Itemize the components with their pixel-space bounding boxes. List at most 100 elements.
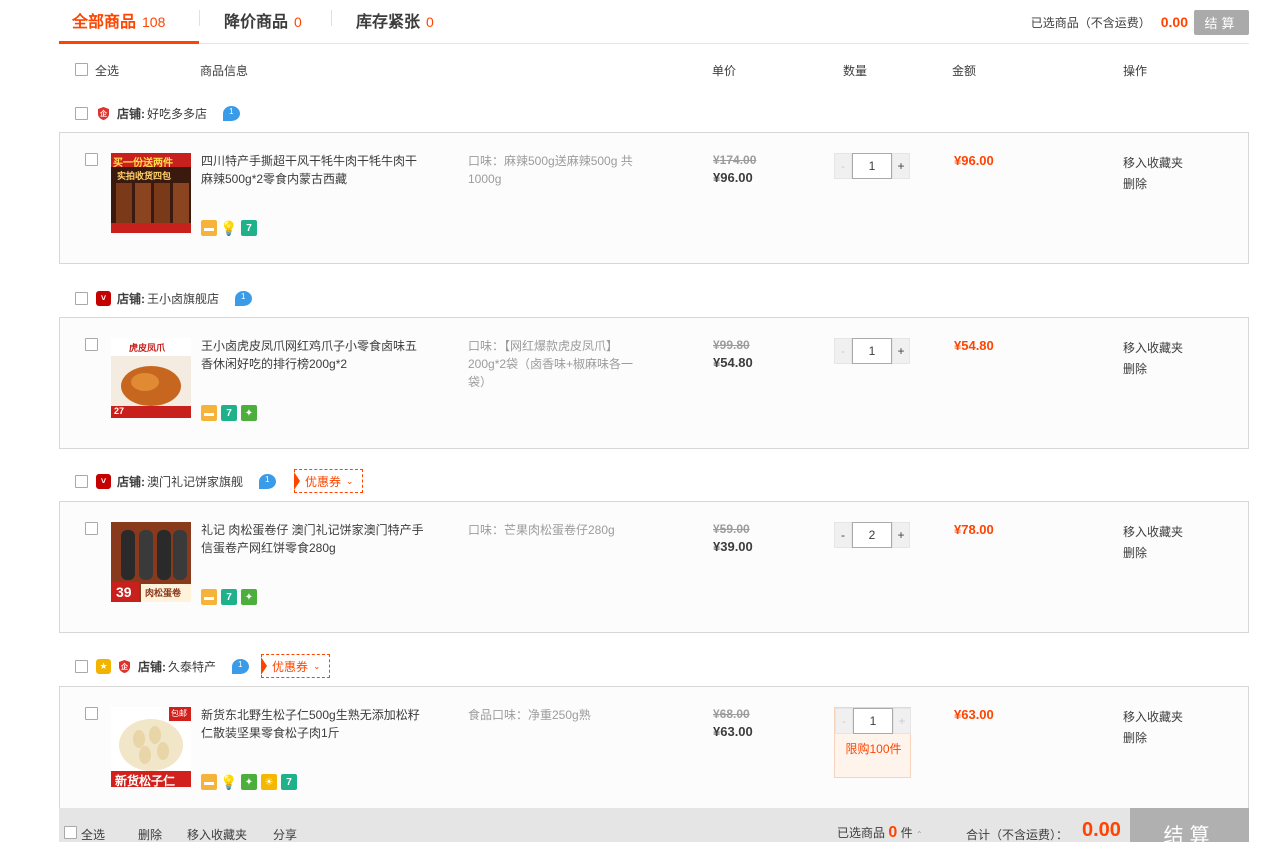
product-title-link[interactable]: 礼记 肉松蛋卷仔 澳门礼记饼家澳门特产手信蛋卷产网红饼零食280g <box>201 521 426 557</box>
total-amount: 0.00 <box>1082 819 1121 841</box>
lightbulb-icon: 💡 <box>220 219 238 236</box>
item-ops: 移入收藏夹 删除 <box>1123 707 1183 749</box>
quantity-stepper: - 2 + <box>834 522 910 548</box>
shop-name-link[interactable]: 久泰特产 <box>168 658 216 675</box>
product-thumbnail[interactable]: 新货松子仁 包邮 <box>111 707 191 787</box>
selected-unit: 件 <box>900 826 913 840</box>
item-checkbox[interactable] <box>85 153 98 166</box>
coupon-label: 优惠券 <box>305 474 342 489</box>
quantity-input[interactable]: 1 <box>853 708 893 734</box>
shop-label: 店铺: <box>117 474 145 489</box>
shield-badge-icon: 企 <box>96 105 111 121</box>
product-spec: 食品口味：净重250g熟 <box>468 708 591 722</box>
item-checkbox[interactable] <box>85 707 98 720</box>
decrement-button[interactable]: - <box>834 522 852 548</box>
coupon-button[interactable]: 优惠券 ⌄ <box>261 654 330 678</box>
chevron-up-icon[interactable]: ⌃ <box>916 830 923 839</box>
move-to-favorites-link[interactable]: 移入收藏夹 <box>1123 338 1183 359</box>
service-icons: ▬ 💡 7 <box>201 220 257 236</box>
chevron-down-icon: ⌄ <box>346 475 354 486</box>
increment-button[interactable]: + <box>892 338 910 364</box>
selected-count-summary: 已选商品 0 件 ⌃ <box>837 824 923 842</box>
footer-select-all-checkbox[interactable] <box>64 826 77 839</box>
shop-row: ˅ 店铺: 澳门礼记饼家旗舰 优惠券 ⌄ <box>75 469 363 493</box>
item-checkbox[interactable] <box>85 522 98 535</box>
tab-price-drop-count: 0 <box>294 14 302 30</box>
selected-label: 已选商品 <box>837 826 886 840</box>
shop-name-link[interactable]: 好吃多多店 <box>147 105 207 122</box>
seven-day-return-icon: 7 <box>241 220 257 236</box>
wangwang-chat-icon[interactable] <box>232 658 250 674</box>
coupon-button[interactable]: 优惠券 ⌄ <box>294 469 363 493</box>
wangwang-chat-icon[interactable] <box>259 473 277 489</box>
product-title-link[interactable]: 王小卤虎皮凤爪网红鸡爪子小零食卤味五香休闲好吃的排行榜200g*2 <box>201 337 426 373</box>
product-thumbnail[interactable]: 39 肉松蛋卷 <box>111 522 191 602</box>
footer-delete-link[interactable]: 删除 <box>138 826 162 842</box>
tmall-icon: ˅ <box>96 473 111 489</box>
product-thumbnail[interactable]: 买一份送两件 实拍收货四包 <box>111 153 191 233</box>
product-title-link[interactable]: 新货东北野生松子仁500g生熟无添加松籽仁散装坚果零食松子肉1斤 <box>201 706 426 742</box>
shop-checkbox[interactable] <box>75 106 88 120</box>
quantity-input[interactable]: 1 <box>852 338 892 364</box>
tab-price-drop-label: 降价商品 <box>224 14 289 31</box>
footer-share-link[interactable]: 分享 <box>273 826 297 842</box>
tmall-icon: ˅ <box>96 290 111 306</box>
shop-checkbox[interactable] <box>75 659 88 673</box>
coupon-label: 优惠券 <box>272 659 309 674</box>
col-header-price: 单价 <box>712 64 737 78</box>
shop-checkbox[interactable] <box>75 291 88 305</box>
svg-text:企: 企 <box>99 109 108 118</box>
decrement-button[interactable]: - <box>834 338 852 364</box>
tab-all-items[interactable]: 全部商品 108 <box>72 8 165 32</box>
wangwang-chat-icon[interactable] <box>235 290 253 306</box>
original-price: ¥59.00 <box>713 522 750 536</box>
credit-card-icon: ▬ <box>201 589 217 605</box>
select-all-checkbox[interactable] <box>75 63 88 76</box>
sun-badge-icon: ☀ <box>261 774 277 790</box>
item-checkbox[interactable] <box>85 338 98 351</box>
move-to-favorites-link[interactable]: 移入收藏夹 <box>1123 707 1183 728</box>
delete-link[interactable]: 删除 <box>1123 359 1183 380</box>
service-icons: ▬ 7 ✦ <box>201 589 257 605</box>
original-price: ¥68.00 <box>713 707 750 721</box>
checkout-button[interactable]: 结算 <box>1130 808 1249 842</box>
tab-low-stock-count: 0 <box>426 14 434 30</box>
shop-name-link[interactable]: 澳门礼记饼家旗舰 <box>147 473 243 490</box>
product-thumbnail[interactable]: 虎皮凤爪 27 <box>111 338 191 418</box>
credit-card-icon: ▬ <box>201 405 217 421</box>
quantity-stepper: - 1 + <box>835 708 911 734</box>
footer-favorite-link[interactable]: 移入收藏夹 <box>187 826 247 842</box>
move-to-favorites-link[interactable]: 移入收藏夹 <box>1123 153 1183 174</box>
tab-low-stock[interactable]: 库存紧张 0 <box>356 8 434 32</box>
shop-checkbox[interactable] <box>75 474 88 488</box>
select-all-label: 全选 <box>95 64 120 78</box>
quantity-input[interactable]: 2 <box>852 522 892 548</box>
increment-button[interactable]: + <box>893 708 911 734</box>
product-title-link[interactable]: 四川特产手撕超干风干牦牛肉干牦牛肉干麻辣500g*2零食内蒙古西藏 <box>201 152 426 188</box>
wangwang-chat-icon[interactable] <box>223 105 241 121</box>
decrement-button[interactable]: - <box>834 153 852 179</box>
footer-select-all-label[interactable]: 全选 <box>81 826 105 842</box>
item-amount: ¥78.00 <box>954 522 994 537</box>
delete-link[interactable]: 删除 <box>1123 728 1183 749</box>
increment-button[interactable]: + <box>892 153 910 179</box>
decrement-button[interactable]: - <box>835 708 853 734</box>
tab-price-drop[interactable]: 降价商品 0 <box>224 8 302 32</box>
quantity-input[interactable]: 1 <box>852 153 892 179</box>
unit-price: ¥39.00 <box>713 539 753 554</box>
credit-card-icon: ▬ <box>201 220 217 236</box>
tab-all-count: 108 <box>142 14 166 30</box>
thumbnail-subcaption: 实拍收货四包 <box>117 171 172 181</box>
thumbnail-subcaption: 包邮 <box>171 709 187 718</box>
unit-price: ¥54.80 <box>713 355 753 370</box>
move-to-favorites-link[interactable]: 移入收藏夹 <box>1123 522 1183 543</box>
shop-name-link[interactable]: 王小卤旗舰店 <box>147 290 219 307</box>
thumbnail-caption: 买一份送两件 <box>113 158 173 169</box>
increment-button[interactable]: + <box>892 522 910 548</box>
tab-all-label: 全部商品 <box>72 14 137 31</box>
cart-item: 虎皮凤爪 27 王小卤虎皮凤爪网红鸡爪子小零食卤味五香休闲好吃的排行榜200g*… <box>59 317 1249 449</box>
delete-link[interactable]: 删除 <box>1123 174 1183 195</box>
delete-link[interactable]: 删除 <box>1123 543 1183 564</box>
checkout-button-top[interactable]: 结算 <box>1194 9 1249 35</box>
selected-summary: 已选商品（不含运费） 0.00 结算 <box>1031 9 1249 35</box>
